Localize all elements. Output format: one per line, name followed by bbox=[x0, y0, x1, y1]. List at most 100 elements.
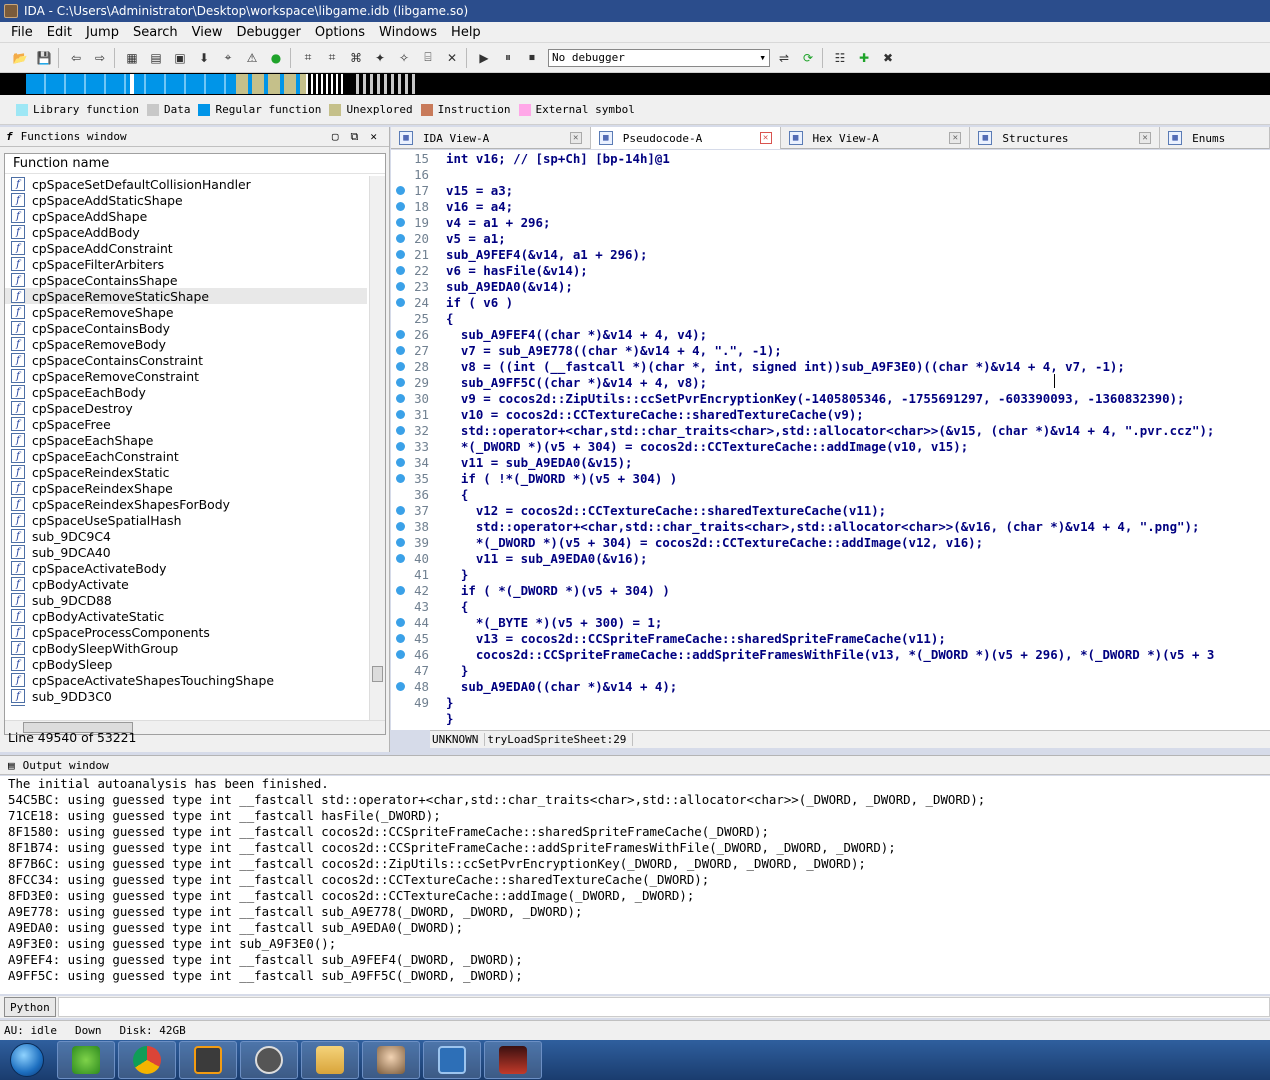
code-line[interactable]: 46 cocos2d::CCSpriteFrameCache::addSprit… bbox=[391, 646, 1270, 662]
function-row[interactable]: f cpSpaceContainsBody bbox=[5, 320, 367, 336]
taskbar-app-ida[interactable] bbox=[362, 1041, 420, 1079]
search-next-icon[interactable]: ▣ bbox=[170, 48, 190, 68]
jump-icon[interactable]: ⬇ bbox=[194, 48, 214, 68]
function-row[interactable]: f sub_9DCA40 bbox=[5, 544, 367, 560]
function-row[interactable]: f cpBodySleep bbox=[5, 656, 367, 672]
float-icon[interactable]: ⧉ bbox=[351, 130, 359, 144]
add-breakpoint-icon[interactable]: ✚ bbox=[854, 48, 874, 68]
data-icon[interactable]: ✦ bbox=[370, 48, 390, 68]
menu-item-windows[interactable]: Windows bbox=[372, 25, 444, 40]
debugger-attach-icon[interactable]: ⇌ bbox=[774, 48, 794, 68]
open-icon[interactable]: 📂 bbox=[10, 48, 30, 68]
function-row[interactable]: f cpBodySleepWithGroup bbox=[5, 640, 367, 656]
save-icon[interactable]: 💾 bbox=[34, 48, 54, 68]
close-icon[interactable]: ✕ bbox=[370, 130, 377, 144]
breakpoint-dot-icon[interactable] bbox=[396, 345, 405, 355]
breakpoint-dot-icon[interactable] bbox=[396, 505, 405, 515]
function-row[interactable]: f cpSpaceRemoveBody bbox=[5, 336, 367, 352]
menu-item-help[interactable]: Help bbox=[444, 25, 488, 40]
function-row[interactable]: f cpSpaceUseSpatialHash bbox=[5, 512, 367, 528]
code-line[interactable]: } bbox=[391, 710, 1270, 726]
breakpoint-dot-icon[interactable] bbox=[396, 617, 405, 627]
undefine-icon[interactable]: ✕ bbox=[442, 48, 462, 68]
function-row[interactable]: f cpSpaceEachConstraint bbox=[5, 448, 367, 464]
code-line[interactable]: 39 *(_DWORD *)(v5 + 304) = cocos2d::CCTe… bbox=[391, 534, 1270, 550]
code-line[interactable]: 42 if ( *(_DWORD *)(v5 + 304) ) bbox=[391, 582, 1270, 598]
function-row[interactable]: f cpSpaceReindexStatic bbox=[5, 464, 367, 480]
function-row[interactable]: f sub_9DD3C0 bbox=[5, 688, 367, 704]
tab-enums[interactable]: ▦ Enums bbox=[1160, 127, 1270, 149]
array-icon[interactable]: ⌸ bbox=[418, 48, 438, 68]
breakpoint-dot-icon[interactable] bbox=[396, 649, 405, 659]
code-line[interactable]: 31 v10 = cocos2d::CCTextureCache::shared… bbox=[391, 406, 1270, 422]
menu-item-options[interactable]: Options bbox=[308, 25, 372, 40]
breakpoint-dot-icon[interactable] bbox=[396, 537, 405, 547]
code-line[interactable]: 33 *(_DWORD *)(v5 + 304) = cocos2d::CCTe… bbox=[391, 438, 1270, 454]
function-row[interactable]: f cpSpaceReindexShape bbox=[5, 480, 367, 496]
delete-breakpoint-icon[interactable]: ✖ bbox=[878, 48, 898, 68]
breakpoint-dot-icon[interactable] bbox=[396, 265, 405, 275]
function-row[interactable]: f cpSpaceReindexShapesForBody bbox=[5, 496, 367, 512]
function-row[interactable]: f cpSpaceDestroy bbox=[5, 400, 367, 416]
menu-item-debugger[interactable]: Debugger bbox=[229, 25, 307, 40]
function-row[interactable]: f cpSpaceEachShape bbox=[5, 432, 367, 448]
tab-structures[interactable]: ▦ Structures ✕ bbox=[970, 127, 1161, 149]
function-row[interactable]: f cpSpaceAddBody bbox=[5, 224, 367, 240]
code-line[interactable]: 24 if ( v6 ) bbox=[391, 294, 1270, 310]
function-row[interactable]: f cpSpaceSetDefaultCollisionHandler bbox=[5, 176, 367, 192]
code-line[interactable]: 41 } bbox=[391, 566, 1270, 582]
taskbar-app-game[interactable] bbox=[484, 1041, 542, 1079]
function-row[interactable]: f sub_9DD400 bbox=[5, 704, 367, 706]
debug-stop-icon[interactable]: ⏹ bbox=[522, 48, 542, 68]
function-row[interactable]: f cpBodyActivateStatic bbox=[5, 608, 367, 624]
command-input[interactable] bbox=[57, 997, 1270, 1017]
breakpoint-dot-icon[interactable] bbox=[396, 329, 405, 339]
code-line[interactable]: 37 v12 = cocos2d::CCTextureCache::shared… bbox=[391, 502, 1270, 518]
function-row[interactable]: f cpBodyActivate bbox=[5, 576, 367, 592]
code-line[interactable]: 27 v7 = sub_A9E778((char *)&v14 + 4, "."… bbox=[391, 342, 1270, 358]
breakpoint-dot-icon[interactable] bbox=[396, 281, 405, 291]
function-row[interactable]: f cpSpaceAddStaticShape bbox=[5, 192, 367, 208]
breakpoint-dot-icon[interactable] bbox=[396, 473, 405, 483]
tab-close-icon[interactable]: ✕ bbox=[569, 132, 582, 144]
taskbar-app-sublime[interactable] bbox=[179, 1041, 237, 1079]
tab-close-icon[interactable]: ✕ bbox=[759, 132, 772, 144]
function-name-column-header[interactable]: Function name bbox=[5, 154, 385, 174]
menu-item-file[interactable]: File bbox=[4, 25, 40, 40]
function-row[interactable]: f cpSpaceRemoveStaticShape bbox=[5, 288, 367, 304]
start-button[interactable] bbox=[0, 1040, 54, 1080]
code-line[interactable]: 32 std::operator+<char,std::char_traits<… bbox=[391, 422, 1270, 438]
pseudocode-view[interactable]: 15 int v16; // [sp+Ch] [bp-14h]@1 16 17 v15 … bbox=[391, 150, 1270, 730]
function-row[interactable]: f cpSpaceFree bbox=[5, 416, 367, 432]
debugger-refresh-icon[interactable]: ⟳ bbox=[798, 48, 818, 68]
taskbar-app-unity[interactable] bbox=[240, 1041, 298, 1079]
code-line[interactable]: 15 int v16; // [sp+Ch] [bp-14h]@1 bbox=[391, 150, 1270, 166]
function-row[interactable]: f sub_9DC9C4 bbox=[5, 528, 367, 544]
breakpoint-dot-icon[interactable] bbox=[396, 217, 405, 227]
code-line[interactable]: 49} bbox=[391, 694, 1270, 710]
function-row[interactable]: f cpSpaceContainsShape bbox=[5, 272, 367, 288]
breakpoint-dot-icon[interactable] bbox=[396, 377, 405, 387]
code-line[interactable]: 18 v16 = a4; bbox=[391, 198, 1270, 214]
breakpoint-dot-icon[interactable] bbox=[396, 681, 405, 691]
code-line[interactable]: 47 } bbox=[391, 662, 1270, 678]
mark-icon[interactable]: ⌖ bbox=[218, 48, 238, 68]
breakpoint-dot-icon[interactable] bbox=[396, 361, 405, 371]
binary-search-icon[interactable]: ▦ bbox=[122, 48, 142, 68]
breakpoint-dot-icon[interactable] bbox=[396, 553, 405, 563]
debugger-select[interactable]: No debugger ▾ bbox=[548, 48, 770, 67]
breakpoint-dot-icon[interactable] bbox=[396, 585, 405, 595]
function-row[interactable]: f cpSpaceProcessComponents bbox=[5, 624, 367, 640]
breakpoint-dot-icon[interactable] bbox=[396, 441, 405, 451]
code-line[interactable]: 16 bbox=[391, 166, 1270, 182]
taskbar-app-folder[interactable] bbox=[301, 1041, 359, 1079]
code-line[interactable]: 44 *(_BYTE *)(v5 + 300) = 1; bbox=[391, 614, 1270, 630]
taskbar-app-texturepacker[interactable] bbox=[423, 1041, 481, 1079]
code-line[interactable]: 34 v11 = sub_A9EDA0(&v15); bbox=[391, 454, 1270, 470]
breakpoint-dot-icon[interactable] bbox=[396, 393, 405, 403]
breakpoint-dot-icon[interactable] bbox=[396, 521, 405, 531]
tab-pseudocode-a[interactable]: ▦ Pseudocode-A ✕ bbox=[590, 127, 781, 149]
breakpoint-dot-icon[interactable] bbox=[396, 457, 405, 467]
scroll-thumb[interactable] bbox=[372, 666, 383, 682]
code-icon[interactable]: ⌘ bbox=[346, 48, 366, 68]
